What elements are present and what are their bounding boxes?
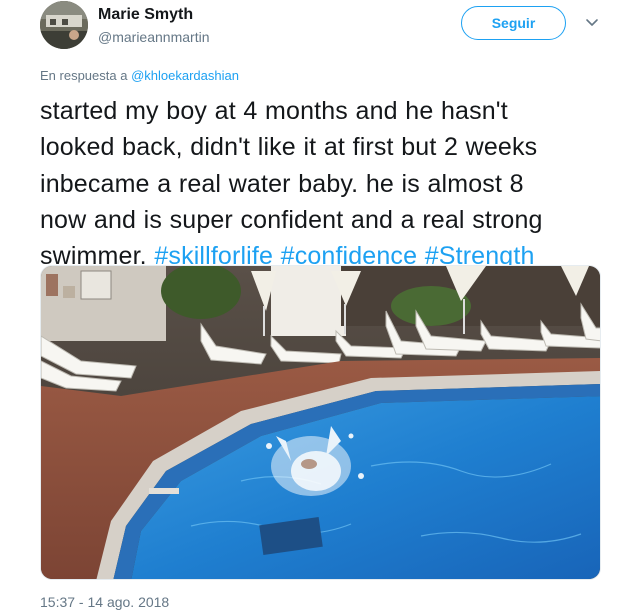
tweet: Marie Smyth @marieannmartin Seguir En re… xyxy=(0,0,639,616)
tweet-text-line: inbecame a real water baby. he is almost… xyxy=(40,169,524,198)
avatar[interactable] xyxy=(40,1,88,49)
reply-context: En respuesta a @khloekardashian xyxy=(40,68,239,83)
tweet-timestamp[interactable]: 15:37 - 14 ago. 2018 xyxy=(40,594,169,610)
pool-photo xyxy=(41,266,600,579)
author-name[interactable]: Marie Smyth xyxy=(98,6,193,24)
reply-prefix: En respuesta a xyxy=(40,68,128,83)
chevron-down-icon[interactable] xyxy=(584,14,600,30)
tweet-photo[interactable] xyxy=(40,265,601,580)
author-handle[interactable]: @marieannmartin xyxy=(98,29,209,45)
tweet-text-line: looked back, didn't like it at first but… xyxy=(40,133,538,162)
follow-button[interactable]: Seguir xyxy=(461,6,566,40)
tweet-text-line: started my boy at 4 months and he hasn't xyxy=(40,97,508,125)
tweet-text: started my boy at 4 months and he hasn't… xyxy=(40,93,620,274)
reply-mention-link[interactable]: @khloekardashian xyxy=(131,68,239,83)
tweet-text-line: now and is super confident and a real st… xyxy=(40,205,543,234)
